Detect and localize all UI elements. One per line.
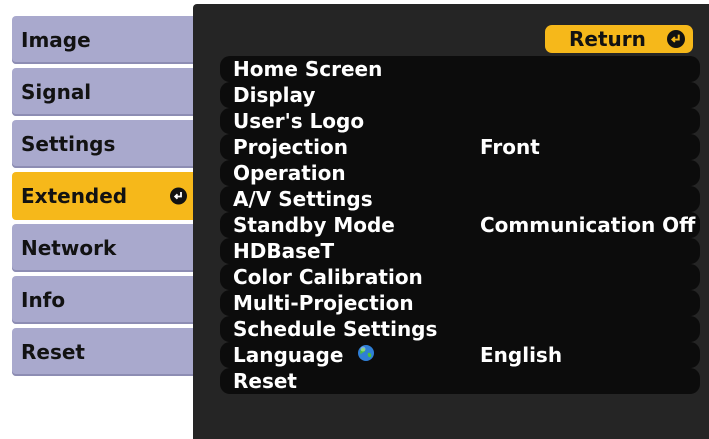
menu-item-label: Standby Mode [233, 213, 395, 237]
menu-item-label: Display [233, 83, 316, 107]
tab-label: Image [21, 28, 91, 52]
menu-item-schedule-settings[interactable]: Schedule Settings [220, 316, 700, 342]
menu-item-label: Multi-Projection [233, 291, 414, 315]
tab-settings[interactable]: Settings [12, 120, 193, 168]
return-label: Return [569, 27, 646, 51]
menu-item-hdbaset[interactable]: HDBaseT [220, 238, 700, 264]
menu-item-value: Front [480, 135, 540, 159]
tab-reset[interactable]: Reset [12, 328, 193, 376]
tab-image[interactable]: Image [12, 16, 193, 64]
tab-label: Network [21, 236, 117, 260]
menu-item-users-logo[interactable]: User's Logo [220, 108, 700, 134]
menu-item-label: A/V Settings [233, 187, 373, 211]
menu-item-av-settings[interactable]: A/V Settings [220, 186, 700, 212]
menu-item-reset[interactable]: Reset [220, 368, 700, 394]
menu-item-standby-mode[interactable]: Standby Mode Communication Off [220, 212, 700, 238]
menu-item-color-calibration[interactable]: Color Calibration [220, 264, 700, 290]
menu-item-value: English [480, 343, 563, 367]
menu-item-home-screen[interactable]: Home Screen [220, 56, 700, 82]
menu-item-value: Communication Off [480, 213, 696, 237]
menu-item-label: Operation [233, 161, 346, 185]
tab-label: Info [21, 288, 66, 312]
menu-item-label-group: Language [233, 342, 375, 368]
tab-info[interactable]: Info [12, 276, 193, 324]
tab-signal[interactable]: Signal [12, 68, 193, 116]
tab-network[interactable]: Network [12, 224, 193, 272]
menu-item-label: User's Logo [233, 109, 365, 133]
menu-item-language[interactable]: Language English [220, 342, 700, 368]
tab-extended[interactable]: Extended [12, 172, 193, 220]
menu-item-display[interactable]: Display [220, 82, 700, 108]
extended-menu-list: Home Screen Display User's Logo Projecti… [220, 56, 700, 394]
menu-item-label: HDBaseT [233, 239, 335, 263]
tab-label: Settings [21, 132, 116, 156]
globe-icon [357, 342, 375, 368]
tab-label: Signal [21, 80, 92, 104]
menu-item-multi-projection[interactable]: Multi-Projection [220, 290, 700, 316]
enter-icon [667, 30, 685, 48]
tab-label: Reset [21, 340, 85, 364]
menu-item-label: Language [233, 343, 344, 367]
menu-item-label: Schedule Settings [233, 317, 438, 341]
return-button[interactable]: Return [545, 25, 693, 53]
extended-menu-panel: Return Home Screen Display User's Logo P… [193, 4, 709, 439]
menu-item-label: Projection [233, 135, 348, 159]
enter-icon [170, 187, 187, 205]
menu-item-projection[interactable]: Projection Front [220, 134, 700, 160]
menu-item-label: Home Screen [233, 57, 383, 81]
menu-item-operation[interactable]: Operation [220, 160, 700, 186]
tab-label: Extended [21, 184, 128, 208]
menu-item-label: Reset [233, 369, 297, 393]
menu-item-label: Color Calibration [233, 265, 423, 289]
menu-tabs-sidebar: Image Signal Settings Extended Network I… [0, 0, 195, 439]
